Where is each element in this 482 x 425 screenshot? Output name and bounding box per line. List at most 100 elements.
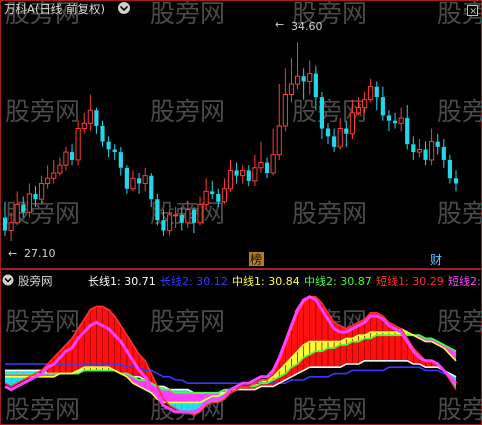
candle-body: [355, 107, 362, 114]
indicator-toggle[interactable]: [2, 274, 14, 286]
candle-body: [14, 203, 20, 224]
candle-body: [155, 199, 160, 221]
candle: [87, 94, 93, 132]
candle-body: [380, 97, 385, 116]
chart-title: 万科A(日线 前复权): [4, 2, 105, 16]
candle: [301, 68, 306, 100]
candle: [81, 112, 87, 134]
collapse-button[interactable]: [118, 2, 130, 14]
close-glyph: ×: [469, 6, 477, 17]
mid-band: [193, 392, 201, 403]
candle-body: [301, 76, 306, 82]
event-tag-cai[interactable]: 财: [430, 253, 442, 267]
close-button[interactable]: ×: [467, 5, 478, 18]
candle: [429, 128, 435, 166]
candle-body: [344, 128, 349, 134]
candle: [45, 165, 51, 189]
candle-body: [453, 178, 459, 184]
candle-body: [264, 162, 270, 174]
candle-body: [429, 141, 435, 161]
candle-body: [416, 148, 423, 153]
candle-body: [386, 115, 392, 121]
candle-body: [227, 169, 234, 190]
candle: [288, 57, 295, 103]
candle-body: [405, 118, 410, 145]
candle-body: [45, 177, 51, 184]
candle-body: [392, 120, 398, 124]
candle-body: [179, 214, 184, 223]
candle-body: [185, 209, 191, 224]
candle-body: [282, 94, 288, 127]
candle: [332, 128, 337, 153]
candle: [282, 68, 288, 132]
candle: [136, 173, 142, 194]
candle-body: [69, 152, 75, 160]
candle: [246, 165, 251, 187]
candle-body: [307, 73, 313, 82]
candle-body: [252, 167, 258, 182]
candle-body: [33, 193, 38, 200]
candle-body: [234, 170, 239, 176]
candle-body: [361, 99, 368, 109]
candle-body: [75, 128, 81, 161]
candle: [106, 136, 111, 158]
candle-body: [149, 175, 154, 200]
candle: [380, 86, 385, 121]
candle-body: [221, 188, 228, 203]
candle-body: [313, 73, 318, 98]
candle-body: [246, 170, 251, 181]
candle-body: [337, 128, 343, 148]
legend-item-2: 中线1: 30.84: [232, 274, 300, 288]
mid-band: [187, 392, 194, 403]
candle: [411, 136, 416, 160]
candle-body: [197, 203, 203, 224]
watermark-text: 股旁网: [5, 307, 80, 336]
candle-body: [173, 214, 179, 217]
candle: [75, 120, 81, 166]
candle: [258, 141, 264, 174]
candle-body: [319, 97, 325, 129]
candle: [130, 170, 136, 192]
candle-body: [26, 193, 32, 213]
event-tag-bang[interactable]: 榜: [249, 252, 264, 267]
legend-item-0: 长线1: 30.71: [88, 274, 156, 288]
candle-body: [57, 164, 63, 174]
candle: [423, 141, 428, 166]
short-long-band: [303, 296, 310, 371]
candle-body: [270, 154, 276, 174]
candle-body: [100, 125, 105, 142]
candle-body: [161, 220, 166, 231]
indicator-name: 股旁网: [18, 274, 53, 288]
watermark-text: 股旁网: [150, 0, 225, 28]
candle-body: [332, 136, 337, 147]
candle: [51, 159, 57, 184]
min-price-label: 27.10: [24, 247, 56, 260]
candle-body: [398, 117, 404, 124]
watermark-text: 股旁网: [437, 307, 482, 336]
candle: [386, 110, 392, 132]
stock-chart: 股旁网股旁网股旁网股旁网股旁网股旁网股旁网股旁网股旁网股旁网股旁网股旁网股旁网股…: [0, 0, 482, 425]
watermark-text: 股旁网: [150, 97, 225, 126]
candle: [416, 139, 423, 158]
candle: [57, 157, 63, 176]
candle: [368, 78, 374, 103]
candle: [264, 157, 270, 179]
candle-body: [294, 75, 301, 85]
collapse-circle-icon: [118, 2, 130, 14]
candle-body: [87, 109, 93, 124]
candle-body: [349, 112, 355, 135]
candle-body: [118, 152, 123, 168]
indicator-legend: 长线1: 30.71 长线2: 30.12 中线1: 30.84 中线2: 30.87…: [88, 274, 481, 288]
candle: [227, 159, 234, 192]
candle-body: [288, 83, 295, 96]
max-arrow: ←: [275, 18, 284, 31]
watermark-text: 股旁网: [5, 97, 80, 126]
candle: [118, 146, 123, 176]
candle-body: [423, 149, 428, 160]
candle: [374, 81, 379, 111]
candle: [307, 60, 313, 95]
candle: [191, 207, 197, 234]
watermark-text: 股旁网: [150, 307, 225, 336]
short-long-band: [108, 309, 115, 371]
watermark-text: 股旁网: [292, 395, 367, 424]
